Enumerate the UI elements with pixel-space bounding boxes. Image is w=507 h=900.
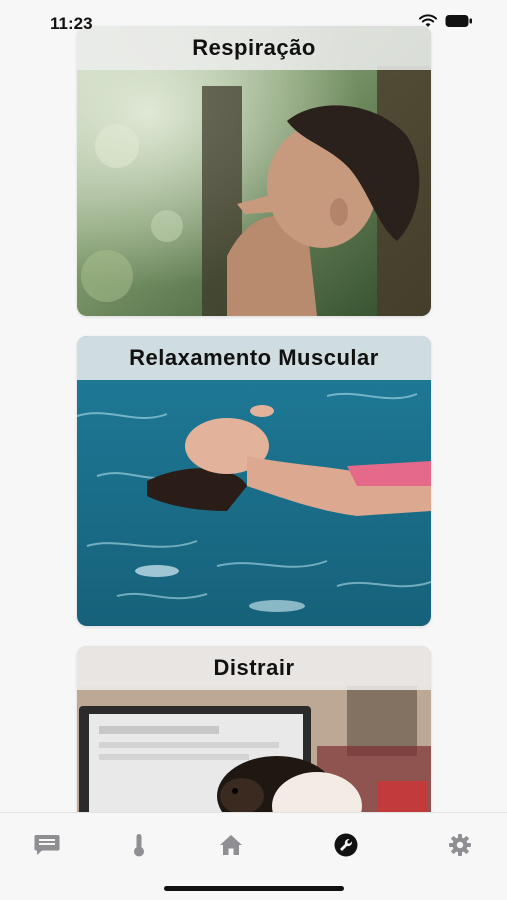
tab-chat[interactable] xyxy=(27,827,67,867)
card-distrair[interactable]: Distrair xyxy=(77,646,431,812)
card-respiracao[interactable]: Respiração xyxy=(77,26,431,316)
card-title: Relaxamento Muscular xyxy=(77,336,431,380)
chat-icon xyxy=(34,834,60,861)
gear-icon xyxy=(448,833,472,862)
wifi-icon xyxy=(419,14,437,33)
card-title: Distrair xyxy=(77,646,431,690)
tab-tools[interactable] xyxy=(326,827,366,867)
home-icon xyxy=(219,834,243,861)
tab-home[interactable] xyxy=(211,827,251,867)
tab-thermometer[interactable] xyxy=(119,827,159,867)
status-time: 11:23 xyxy=(50,14,93,33)
status-bar: 11:23 xyxy=(0,0,507,44)
battery-icon xyxy=(445,14,473,33)
wrench-icon xyxy=(334,833,358,862)
card-relaxamento-muscular[interactable]: Relaxamento Muscular xyxy=(77,336,431,626)
card-list[interactable]: Respiração Relaxamento Muscular Distrair xyxy=(0,0,507,812)
status-icons xyxy=(419,14,473,33)
thermometer-icon xyxy=(132,833,146,862)
tab-settings[interactable] xyxy=(440,827,480,867)
home-indicator[interactable] xyxy=(164,886,344,891)
